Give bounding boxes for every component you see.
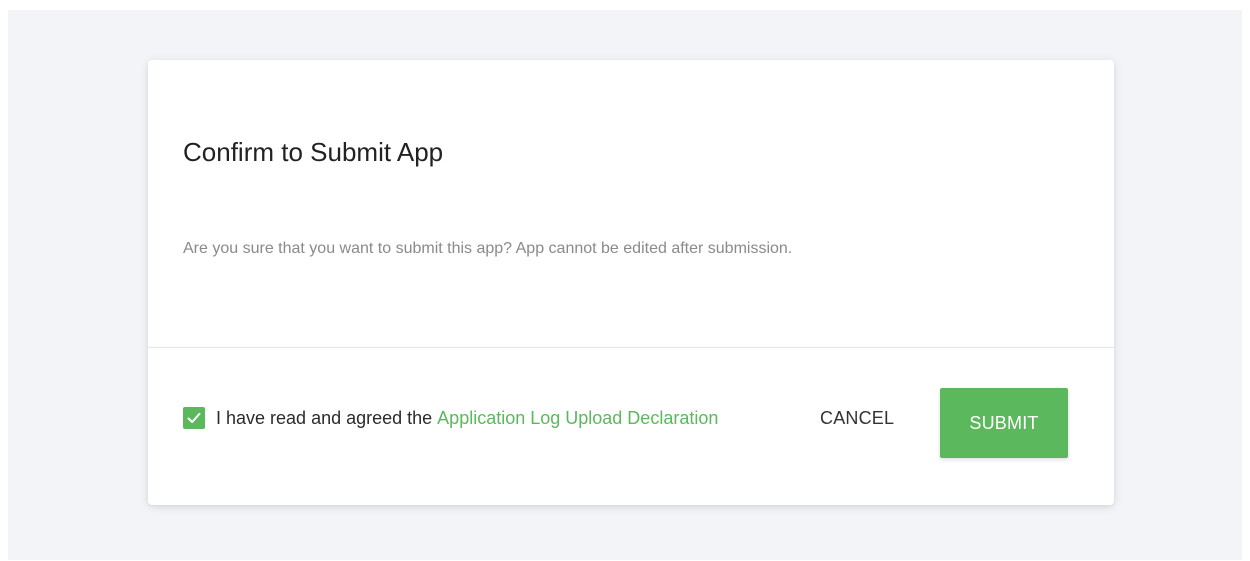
agreement-checkbox[interactable] (183, 407, 205, 429)
submit-button[interactable]: SUBMIT (940, 388, 1068, 458)
agreement-checkbox-row[interactable]: I have read and agreed the Application L… (183, 404, 718, 432)
dialog-title: Confirm to Submit App (183, 137, 444, 167)
check-icon (187, 412, 201, 423)
dialog-footer: I have read and agreed the Application L… (148, 348, 1114, 505)
declaration-link[interactable]: Application Log Upload Declaration (437, 408, 718, 429)
dialog-message: Are you sure that you want to submit thi… (183, 240, 793, 257)
dialog-body: Confirm to Submit App Are you sure that … (148, 60, 1114, 347)
cancel-button[interactable]: CANCEL (812, 400, 902, 436)
agreement-label: I have read and agreed the (216, 407, 433, 428)
confirm-submit-dialog: Confirm to Submit App Are you sure that … (148, 60, 1114, 505)
